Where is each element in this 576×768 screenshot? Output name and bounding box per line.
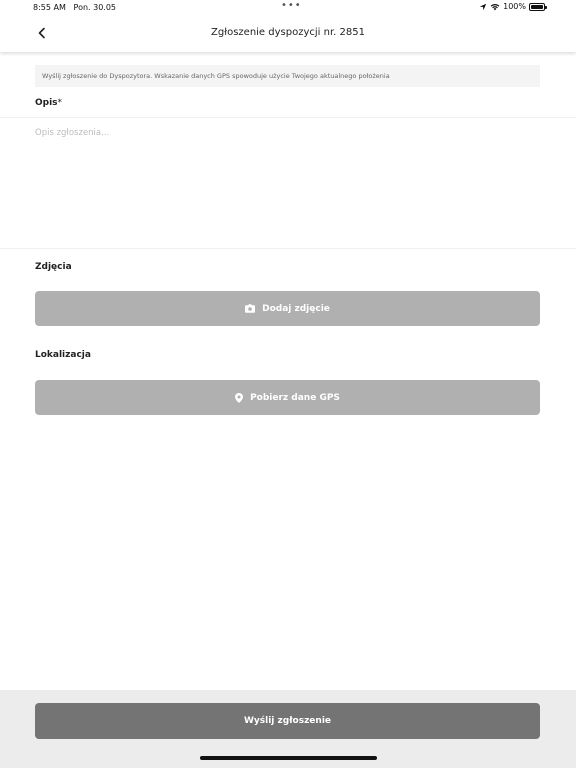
location-label: Lokalizacja bbox=[35, 350, 91, 360]
footer-bar: Wyślij zgłoszenie bbox=[0, 690, 576, 768]
page-title: Zgłoszenie dyspozycji nr. 2851 bbox=[211, 27, 365, 38]
status-date: Pon. 30.05 bbox=[73, 3, 117, 12]
status-time-value: 8:55 AM bbox=[33, 3, 66, 12]
navigation-bar: Zgłoszenie dyspozycji nr. 2851 bbox=[0, 16, 576, 52]
description-area bbox=[0, 117, 576, 249]
status-bar: 8:55 AM Pon. 30.05 ••• 100% bbox=[0, 0, 576, 16]
multitasking-dots[interactable]: ••• bbox=[281, 0, 302, 11]
description-input[interactable] bbox=[33, 126, 542, 240]
wifi-icon bbox=[490, 3, 500, 10]
description-label: Opis* bbox=[35, 98, 62, 108]
status-indicators: 100% bbox=[479, 2, 547, 11]
submit-report-button[interactable]: Wyślij zgłoszenie bbox=[35, 703, 540, 739]
status-time: 8:55 AM Pon. 30.05 bbox=[33, 3, 116, 12]
required-marker: * bbox=[57, 98, 63, 108]
get-gps-label: Pobierz dane GPS bbox=[250, 392, 340, 403]
info-banner: Wyślij zgłoszenie do Dyspozytora. Wskaza… bbox=[35, 65, 540, 87]
map-pin-icon bbox=[235, 392, 244, 403]
home-indicator[interactable] bbox=[200, 756, 377, 760]
add-photo-label: Dodaj zdjęcie bbox=[262, 303, 330, 314]
location-arrow-icon bbox=[479, 3, 487, 10]
battery-icon bbox=[529, 2, 547, 11]
battery-percent: 100% bbox=[503, 2, 526, 11]
add-photo-button[interactable]: Dodaj zdjęcie bbox=[35, 291, 540, 326]
photos-label: Zdjęcia bbox=[35, 262, 72, 272]
get-gps-button[interactable]: Pobierz dane GPS bbox=[35, 380, 540, 415]
description-label-text: Opis bbox=[35, 98, 58, 108]
camera-icon bbox=[245, 304, 256, 313]
